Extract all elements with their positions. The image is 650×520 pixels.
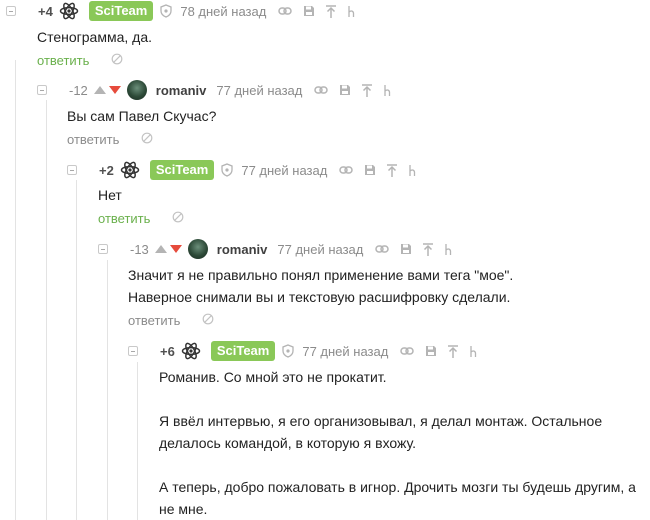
link-icon[interactable] <box>339 165 354 175</box>
pin-top-icon[interactable] <box>387 163 398 177</box>
reply-button[interactable]: ответить <box>128 313 180 329</box>
collapse-icon[interactable] <box>6 6 16 16</box>
link-icon[interactable] <box>400 346 415 356</box>
author-name[interactable]: romaniv <box>217 242 268 257</box>
hand-icon[interactable] <box>469 345 477 358</box>
comment-rating: +2 <box>99 162 114 178</box>
hand-icon[interactable] <box>408 164 416 177</box>
comment-rating: +4 <box>38 3 53 19</box>
comment-header: -12 romaniv 77 дней назад <box>37 79 391 101</box>
comment-text: Значит я не правильно понял применение в… <box>128 267 514 305</box>
hide-icon[interactable] <box>141 132 153 148</box>
shield-icon <box>221 163 233 177</box>
atom-logo-icon[interactable] <box>59 1 79 21</box>
avatar[interactable] <box>187 239 208 259</box>
thread-line <box>107 260 108 520</box>
thread-line <box>46 100 47 520</box>
link-icon[interactable] <box>314 85 329 95</box>
collapse-icon[interactable] <box>128 346 138 356</box>
author-badge[interactable]: SciTeam <box>210 341 276 361</box>
save-icon[interactable] <box>339 84 351 96</box>
reply-row: ответить <box>67 132 153 148</box>
collapse-icon[interactable] <box>37 85 47 95</box>
hide-icon[interactable] <box>172 211 184 227</box>
pin-top-icon[interactable] <box>362 83 373 97</box>
pin-top-icon[interactable] <box>423 242 434 256</box>
comment-tools <box>314 83 391 97</box>
reply-button[interactable]: ответить <box>67 132 119 148</box>
link-icon[interactable] <box>375 244 390 254</box>
comment-text: Романив. Со мной это не прокатит. Я ввёл… <box>159 369 636 517</box>
comment-rating: -12 <box>69 82 88 98</box>
hand-icon[interactable] <box>347 5 355 18</box>
downvote-icon[interactable] <box>108 86 121 94</box>
pin-top-icon[interactable] <box>326 4 337 18</box>
comment-rating: -13 <box>130 241 149 257</box>
comment-text: Вы сам Павел Скучас? <box>67 108 217 124</box>
atom-logo-icon[interactable] <box>181 341 201 361</box>
downvote-icon[interactable] <box>169 245 182 253</box>
hand-icon[interactable] <box>444 243 452 256</box>
vote-controls <box>93 86 121 94</box>
avatar[interactable] <box>126 80 147 100</box>
comment-header: -13 romaniv 77 дней назад <box>98 238 452 260</box>
upvote-icon[interactable] <box>93 86 106 94</box>
comment-text: Нет <box>98 187 122 203</box>
shield-icon <box>282 344 294 358</box>
vote-controls <box>154 245 182 253</box>
thread-line <box>76 180 77 520</box>
comment-header: +4 SciTeam 78 дней назад <box>6 0 355 22</box>
pin-top-icon[interactable] <box>448 344 459 358</box>
reply-row: ответить <box>98 211 184 227</box>
reply-button[interactable]: ответить <box>37 53 89 69</box>
hand-icon[interactable] <box>383 84 391 97</box>
author-name[interactable]: romaniv <box>156 83 207 98</box>
comment-header: +2 SciTeam 77 дней назад <box>67 159 416 181</box>
comment-date[interactable]: 77 дней назад <box>216 83 302 98</box>
comment-tools <box>278 4 355 18</box>
comment-header: +6 SciTeam 77 дней назад <box>128 340 477 362</box>
reply-row: ответить <box>37 53 123 69</box>
comment-tools <box>339 163 416 177</box>
comment-tools <box>400 344 477 358</box>
comment-text: Стенограмма, да. <box>37 29 153 45</box>
save-icon[interactable] <box>425 345 437 357</box>
author-badge[interactable]: SciTeam <box>88 1 154 21</box>
comment-date[interactable]: 78 дней назад <box>180 4 266 19</box>
save-icon[interactable] <box>400 243 412 255</box>
comment-date[interactable]: 77 дней назад <box>277 242 363 257</box>
comment-tools <box>375 242 452 256</box>
shield-icon <box>160 4 172 18</box>
reply-row: ответить <box>128 313 214 329</box>
collapse-icon[interactable] <box>67 165 77 175</box>
comment-rating: +6 <box>160 343 175 359</box>
hide-icon[interactable] <box>202 313 214 329</box>
hide-icon[interactable] <box>111 53 123 69</box>
author-badge[interactable]: SciTeam <box>149 160 215 180</box>
comment-date[interactable]: 77 дней назад <box>241 163 327 178</box>
comment-date[interactable]: 77 дней назад <box>302 344 388 359</box>
save-icon[interactable] <box>364 164 376 176</box>
thread-line <box>15 60 16 520</box>
collapse-icon[interactable] <box>98 244 108 254</box>
link-icon[interactable] <box>278 6 293 16</box>
save-icon[interactable] <box>303 5 315 17</box>
thread-line <box>137 362 138 520</box>
upvote-icon[interactable] <box>154 245 167 253</box>
atom-logo-icon[interactable] <box>120 160 140 180</box>
reply-button[interactable]: ответить <box>98 211 150 227</box>
